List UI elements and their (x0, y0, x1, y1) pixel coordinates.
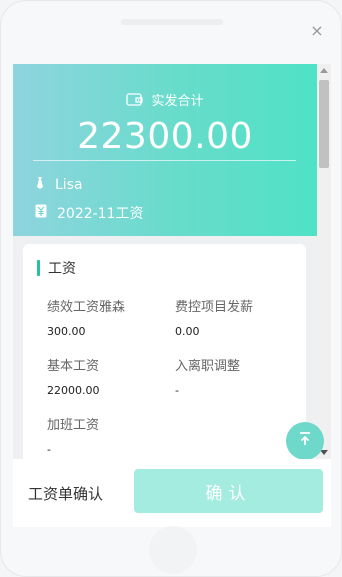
salary-period: 2022-11工资 (57, 206, 144, 222)
speaker-notch (121, 19, 223, 25)
tie-icon (35, 176, 45, 194)
section-title: 工资 (48, 261, 76, 277)
vertical-scrollbar[interactable] (317, 64, 331, 460)
field-value: 22000.00 (47, 384, 100, 397)
section-accent-bar (37, 260, 40, 276)
field-value: 300.00 (47, 325, 86, 338)
field-value: - (175, 384, 179, 397)
back-to-top-button[interactable] (286, 422, 324, 460)
arrow-up-to-top-icon (297, 431, 313, 451)
phone-frame: × 实发合计 22300.00 Lisa 2022-11工资 工资 绩效工资雅森… (0, 0, 342, 577)
net-pay-title: 实发合计 (151, 94, 204, 109)
net-pay-amount: 22300.00 (77, 116, 253, 157)
field-label: 入离职调整 (175, 359, 241, 374)
confirm-button[interactable]: 确认 (134, 469, 323, 513)
header-divider (33, 160, 296, 161)
field-base-salary: 基本工资 22000.00 (47, 355, 167, 397)
close-button[interactable]: × (307, 21, 327, 41)
scroll-up-arrow-icon[interactable] (320, 68, 328, 73)
confirm-footer: 工资单确认 确认 (13, 459, 331, 527)
field-label: 绩效工资雅森 (47, 300, 126, 315)
field-onboarding-adjustment: 入离职调整 - (175, 355, 295, 397)
field-value: - (47, 443, 51, 456)
salary-period-icon (35, 204, 47, 222)
field-value: 0.00 (175, 325, 200, 338)
summary-header: 实发合计 22300.00 Lisa 2022-11工资 (13, 64, 317, 236)
field-overtime-pay: 加班工资 - (47, 414, 167, 456)
employee-name: Lisa (55, 177, 83, 193)
payslip-screen[interactable]: 实发合计 22300.00 Lisa 2022-11工资 工资 绩效工资雅森 3… (13, 64, 331, 460)
field-label: 加班工资 (47, 418, 100, 433)
scrollbar-thumb[interactable] (319, 80, 329, 168)
salary-section-card: 工资 绩效工资雅森 300.00 费控项目发薪 0.00 基本工资 22000.… (23, 244, 306, 460)
home-button[interactable] (149, 526, 197, 574)
payslip-confirm-label: 工资单确认 (28, 485, 104, 503)
field-label: 费控项目发薪 (175, 300, 254, 315)
field-expense-project-pay: 费控项目发薪 0.00 (175, 296, 295, 338)
field-label: 基本工资 (47, 359, 100, 374)
field-performance-pay: 绩效工资雅森 300.00 (47, 296, 167, 338)
wallet-icon (126, 93, 144, 106)
